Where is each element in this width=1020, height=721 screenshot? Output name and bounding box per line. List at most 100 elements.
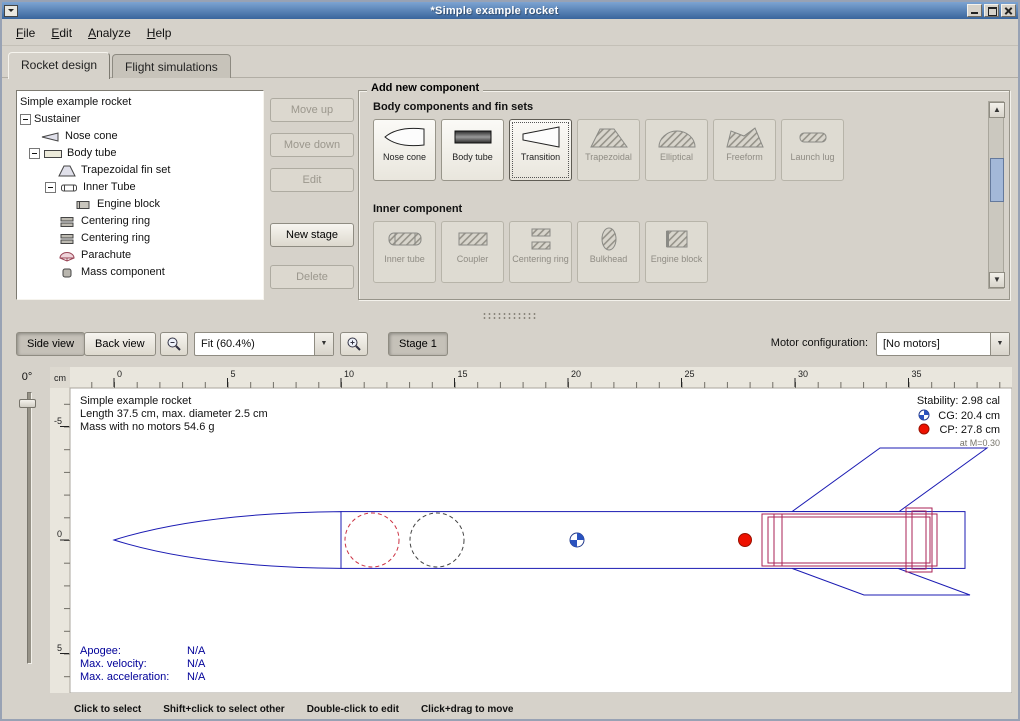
add-nose-cone-button[interactable]: Nose cone xyxy=(373,119,436,181)
rocket-figure[interactable]: cm 0 5 10 15 20 25 30 35 -5 0 5 xyxy=(50,367,1012,693)
transition-icon xyxy=(518,124,564,150)
add-launch-lug-button[interactable]: Launch lug xyxy=(781,119,844,181)
titlebar[interactable]: *Simple example rocket xyxy=(2,2,1018,19)
collapse-icon[interactable] xyxy=(20,114,31,125)
rocket-body-tube[interactable] xyxy=(341,512,965,569)
parachute-icon xyxy=(57,250,77,262)
cg-legend-icon xyxy=(919,410,929,420)
add-centering-ring-button[interactable]: Centering ring xyxy=(509,221,572,283)
tree-item-nose-cone[interactable]: Nose cone xyxy=(17,128,263,145)
collapse-icon[interactable] xyxy=(29,148,40,159)
menu-edit[interactable]: Edit xyxy=(43,23,80,43)
move-up-button[interactable]: Move up xyxy=(270,98,354,122)
new-stage-button[interactable]: New stage xyxy=(270,223,354,247)
cg-marker xyxy=(570,533,584,547)
edit-button[interactable]: Edit xyxy=(270,168,354,192)
add-coupler-button[interactable]: Coupler xyxy=(441,221,504,283)
hint-double-click: Double-click to edit xyxy=(307,704,399,715)
apogee-label: Apogee: xyxy=(80,645,121,657)
add-transition-button[interactable]: Transition xyxy=(509,119,572,181)
apogee-value: N/A xyxy=(187,645,206,657)
app-window: *Simple example rocket File Edit Analyze… xyxy=(0,0,1020,721)
chevron-down-icon[interactable]: ▼ xyxy=(314,333,333,355)
max-velocity-value: N/A xyxy=(187,658,206,670)
inner-group-row: Inner tube Coupler Centering ring Bulkhe… xyxy=(373,221,708,283)
zoom-in-button[interactable] xyxy=(340,332,368,356)
rotation-slider[interactable] xyxy=(27,392,32,664)
h-tick-label: 25 xyxy=(685,369,695,379)
h-tick-label: 20 xyxy=(571,369,581,379)
maximize-button[interactable] xyxy=(984,4,999,17)
tree-item-centering-ring[interactable]: Centering ring xyxy=(17,230,263,247)
motor-configuration-label: Motor configuration: xyxy=(771,337,868,349)
menu-help[interactable]: Help xyxy=(139,23,180,43)
add-elliptical-fin-button[interactable]: Elliptical xyxy=(645,119,708,181)
component-tree: Simple example rocket Sustainer Nose con… xyxy=(16,90,264,300)
cp-marker xyxy=(739,534,752,547)
menu-analyze[interactable]: Analyze xyxy=(80,23,139,43)
side-view-button[interactable]: Side view xyxy=(16,332,85,356)
rotation-slider-handle[interactable] xyxy=(19,399,36,408)
engine-block-icon xyxy=(654,226,700,252)
zoom-out-button[interactable] xyxy=(160,332,188,356)
zoom-select[interactable]: Fit (60.4%) ▼ xyxy=(194,332,334,356)
elliptical-fin-icon xyxy=(654,124,700,150)
zoom-in-icon xyxy=(346,336,362,352)
move-down-button[interactable]: Move down xyxy=(270,133,354,157)
stage-1-toggle[interactable]: Stage 1 xyxy=(388,332,448,356)
centering-ring-icon xyxy=(57,233,77,245)
bulkhead-icon xyxy=(586,226,632,252)
stability-label: Stability: 2.98 cal xyxy=(917,395,1000,407)
cp-legend-icon xyxy=(919,424,929,434)
window-title: *Simple example rocket xyxy=(22,5,967,17)
add-body-tube-button[interactable]: Body tube xyxy=(441,119,504,181)
v-tick-label: -5 xyxy=(54,416,62,426)
add-engine-block-button[interactable]: Engine block xyxy=(645,221,708,283)
window-menu-icon[interactable] xyxy=(4,5,18,17)
ruler-unit-label: cm xyxy=(54,373,66,383)
body-tube-icon xyxy=(43,148,63,160)
centering-ring-icon xyxy=(518,226,564,252)
collapse-icon[interactable] xyxy=(45,182,56,193)
tree-item-fin-set[interactable]: Trapezoidal fin set xyxy=(17,162,263,179)
inner-tube-icon xyxy=(382,226,428,252)
minimize-button[interactable] xyxy=(967,4,982,17)
tab-flight-simulations[interactable]: Flight simulations xyxy=(112,54,231,78)
chevron-down-icon[interactable]: ▼ xyxy=(990,333,1009,355)
mach-label: at M=0.30 xyxy=(960,438,1000,448)
scroll-up-icon[interactable]: ▲ xyxy=(989,102,1005,118)
hint-click-drag: Click+drag to move xyxy=(421,704,514,715)
menubar: File Edit Analyze Help xyxy=(2,21,1018,46)
tree-item-centering-ring[interactable]: Centering ring xyxy=(17,213,263,230)
tree-item-mass-component[interactable]: Mass component xyxy=(17,264,263,281)
add-bulkhead-button[interactable]: Bulkhead xyxy=(577,221,640,283)
body-group-row: Nose cone Body tube Transition Trapezoid… xyxy=(373,119,844,181)
add-trapezoidal-fin-button[interactable]: Trapezoidal xyxy=(577,119,640,181)
menu-file[interactable]: File xyxy=(8,23,43,43)
motor-configuration-select[interactable]: [No motors] ▼ xyxy=(876,332,1010,356)
inner-group-label: Inner component xyxy=(373,203,462,215)
tree-item-parachute[interactable]: Parachute xyxy=(17,247,263,264)
close-button[interactable] xyxy=(1001,4,1016,17)
add-component-title: Add new component xyxy=(367,82,483,94)
tab-rocket-design[interactable]: Rocket design xyxy=(8,52,110,79)
coupler-icon xyxy=(450,226,496,252)
mass-component-icon xyxy=(57,267,77,279)
tree-item-inner-tube[interactable]: Inner Tube xyxy=(17,179,263,196)
tree-item-rocket[interactable]: Simple example rocket xyxy=(17,94,263,111)
tree-item-engine-block[interactable]: Engine block xyxy=(17,196,263,213)
delete-button[interactable]: Delete xyxy=(270,265,354,289)
tree-item-body-tube[interactable]: Body tube xyxy=(17,145,263,162)
component-scrollbar[interactable]: ▲ ▼ xyxy=(988,101,1004,289)
trapezoidal-fin-icon xyxy=(586,124,632,150)
tree-item-sustainer[interactable]: Sustainer xyxy=(17,111,263,128)
back-view-button[interactable]: Back view xyxy=(84,332,156,356)
add-inner-tube-button[interactable]: Inner tube xyxy=(373,221,436,283)
scroll-down-icon[interactable]: ▼ xyxy=(989,272,1005,288)
scrollbar-thumb[interactable] xyxy=(990,158,1004,202)
add-freeform-fin-button[interactable]: Freeform xyxy=(713,119,776,181)
engine-block-icon xyxy=(73,199,93,211)
trapezoidal-fin-icon xyxy=(57,165,77,177)
zoom-value: Fit (60.4%) xyxy=(195,333,314,355)
panel-splitter[interactable] xyxy=(2,310,1018,322)
